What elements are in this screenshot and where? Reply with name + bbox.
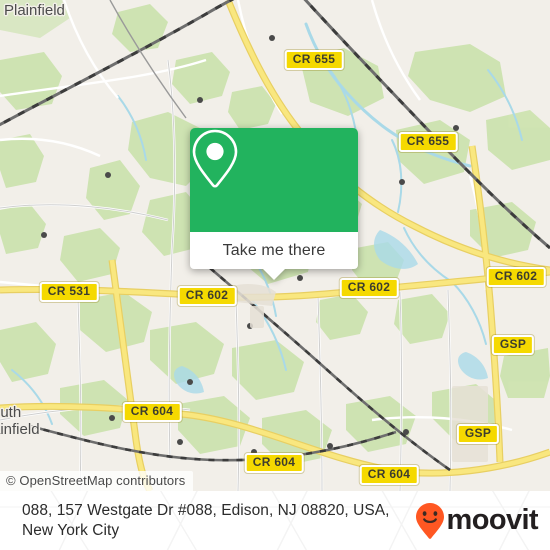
moovit-logo[interactable]: moovit xyxy=(415,502,539,540)
road-shield-cr-602-mid[interactable]: CR 602 xyxy=(339,278,399,298)
road-shield-label: CR 602 xyxy=(185,288,229,302)
road-shield-label: CR 604 xyxy=(252,455,296,469)
map-attribution-text: © OpenStreetMap contributors xyxy=(6,473,186,488)
take-me-there-label: Take me there xyxy=(222,241,326,259)
road-shield-label: CR 604 xyxy=(130,404,174,418)
road-shield-label: GSP xyxy=(499,337,527,351)
road-shield-cr-604-mid[interactable]: CR 604 xyxy=(244,453,304,473)
location-pin-icon xyxy=(192,129,238,188)
moovit-location-card: Plainfield outh ainfield CR 655 CR 655 C… xyxy=(0,0,550,550)
road-shield-label: CR 655 xyxy=(292,52,336,66)
road-shield-label: CR 604 xyxy=(367,467,411,481)
road-shield-cr-602-west[interactable]: CR 602 xyxy=(177,286,237,306)
place-label-south-plainfield-line2: ainfield xyxy=(0,421,40,438)
road-shield-cr-604-west[interactable]: CR 604 xyxy=(122,402,182,422)
moovit-pin-icon xyxy=(415,502,444,539)
map-attribution[interactable]: © OpenStreetMap contributors xyxy=(0,471,194,491)
road-shield-cr-602-east[interactable]: CR 602 xyxy=(486,267,546,287)
callout-tail xyxy=(263,269,285,280)
address-text: 088, 157 Westgate Dr #088, Edison, NJ 08… xyxy=(22,501,415,541)
address-line-1: 088, 157 Westgate Dr #088, Edison, NJ 08… xyxy=(22,501,390,519)
place-label-south-plainfield-line1: outh xyxy=(0,404,22,421)
callout-pin-panel xyxy=(190,128,358,232)
place-label-plainfield: Plainfield xyxy=(4,2,65,19)
place-label-plainfield-text: Plainfield xyxy=(4,2,65,19)
footer-bar: 088, 157 Westgate Dr #088, Edison, NJ 08… xyxy=(0,491,550,550)
road-shield-label: CR 655 xyxy=(406,134,450,148)
road-shield-label: GSP xyxy=(464,426,492,440)
road-shield-cr-655-north[interactable]: CR 655 xyxy=(284,50,344,70)
road-shield-cr-655-east[interactable]: CR 655 xyxy=(398,132,458,152)
address-line-2: New York City xyxy=(22,521,120,539)
destination-callout-card[interactable]: Take me there xyxy=(190,128,358,280)
footer-content: 088, 157 Westgate Dr #088, Edison, NJ 08… xyxy=(0,491,550,550)
road-shield-label: CR 602 xyxy=(347,280,391,294)
road-shield-cr-604-east[interactable]: CR 604 xyxy=(359,465,419,485)
road-shield-gsp-lower[interactable]: GSP xyxy=(456,424,500,444)
callout-action-bar[interactable]: Take me there xyxy=(190,232,358,280)
road-shield-label: CR 602 xyxy=(494,269,538,283)
place-label-south-plainfield: outh ainfield xyxy=(0,404,40,438)
road-shield-cr-531[interactable]: CR 531 xyxy=(39,282,99,302)
road-shield-label: CR 531 xyxy=(47,284,91,298)
map-canvas[interactable]: Plainfield outh ainfield CR 655 CR 655 C… xyxy=(0,0,550,491)
moovit-wordmark: moovit xyxy=(446,504,539,536)
road-shield-gsp-upper[interactable]: GSP xyxy=(491,335,535,355)
